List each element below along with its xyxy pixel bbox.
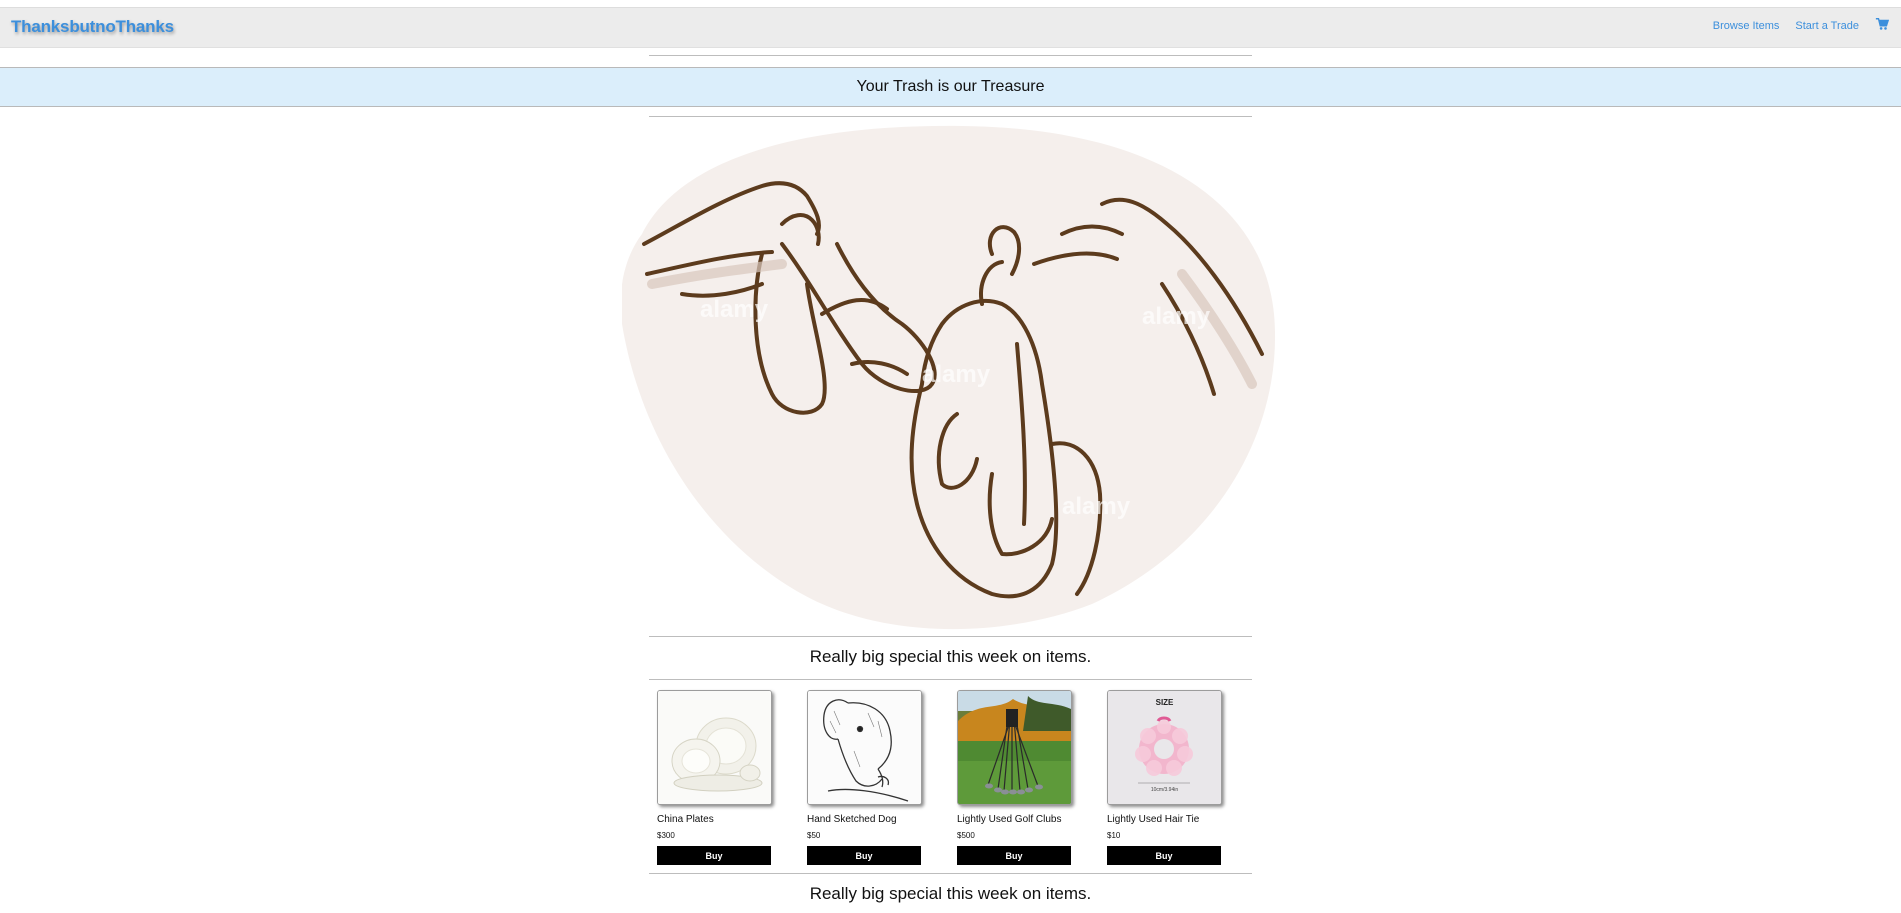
product-image-golf-clubs[interactable] (957, 690, 1072, 805)
buy-button[interactable]: Buy (957, 846, 1071, 865)
tagline-text: Your Trash is our Treasure (856, 78, 1045, 95)
product-card: SIZE 10cm/3.94in Lightly Used Hair Tie $… (1107, 690, 1222, 865)
cart-link[interactable] (1875, 17, 1889, 34)
buy-button[interactable]: Buy (1107, 846, 1221, 865)
watermark-text: alamy (922, 361, 991, 388)
nav-links: Browse Items Start a Trade (1713, 17, 1889, 34)
product-card: Hand Sketched Dog $50 Buy (807, 690, 922, 865)
product-card: China Plates $300 Buy (657, 690, 772, 865)
tagline-banner: Your Trash is our Treasure (0, 67, 1901, 107)
divider (649, 636, 1252, 637)
product-name: China Plates (657, 814, 714, 825)
buy-button[interactable]: Buy (807, 846, 921, 865)
product-card: Lightly Used Golf Clubs $500 Buy (957, 690, 1072, 865)
product-price: $50 (807, 831, 821, 840)
product-price: $10 (1107, 831, 1121, 840)
product-price: $500 (957, 831, 975, 840)
brand-logo[interactable]: ThanksbutnoThanks (11, 17, 174, 37)
watermark-text: alamy (700, 296, 769, 323)
product-name: Lightly Used Hair Tie (1107, 814, 1200, 825)
product-price: $300 (657, 831, 675, 840)
special-banner-bottom: Really big special this week on items. (809, 884, 1092, 903)
image-size-caption: 10cm/3.94in (1151, 787, 1178, 793)
top-navbar: ThanksbutnoThanks Browse Items Start a T… (0, 7, 1901, 48)
hero-image: alamy alamy alamy alamy (622, 125, 1275, 630)
divider (649, 873, 1252, 874)
product-name: Lightly Used Golf Clubs (957, 814, 1062, 825)
watermark-text: alamy (1142, 303, 1211, 330)
divider (649, 116, 1252, 117)
image-size-label: SIZE (1156, 698, 1174, 707)
product-image-hand-sketched-dog[interactable] (807, 690, 922, 805)
nav-start-trade[interactable]: Start a Trade (1795, 20, 1859, 32)
watermark-text: alamy (1062, 493, 1131, 520)
nav-browse-items[interactable]: Browse Items (1713, 20, 1780, 32)
divider (649, 55, 1252, 56)
product-name: Hand Sketched Dog (807, 814, 897, 825)
buy-button[interactable]: Buy (657, 846, 771, 865)
product-image-china-plates[interactable] (657, 690, 772, 805)
product-image-hair-tie[interactable]: SIZE 10cm/3.94in (1107, 690, 1222, 805)
cart-icon (1875, 18, 1889, 30)
special-banner-top: Really big special this week on items. (809, 647, 1092, 666)
divider (649, 679, 1252, 680)
